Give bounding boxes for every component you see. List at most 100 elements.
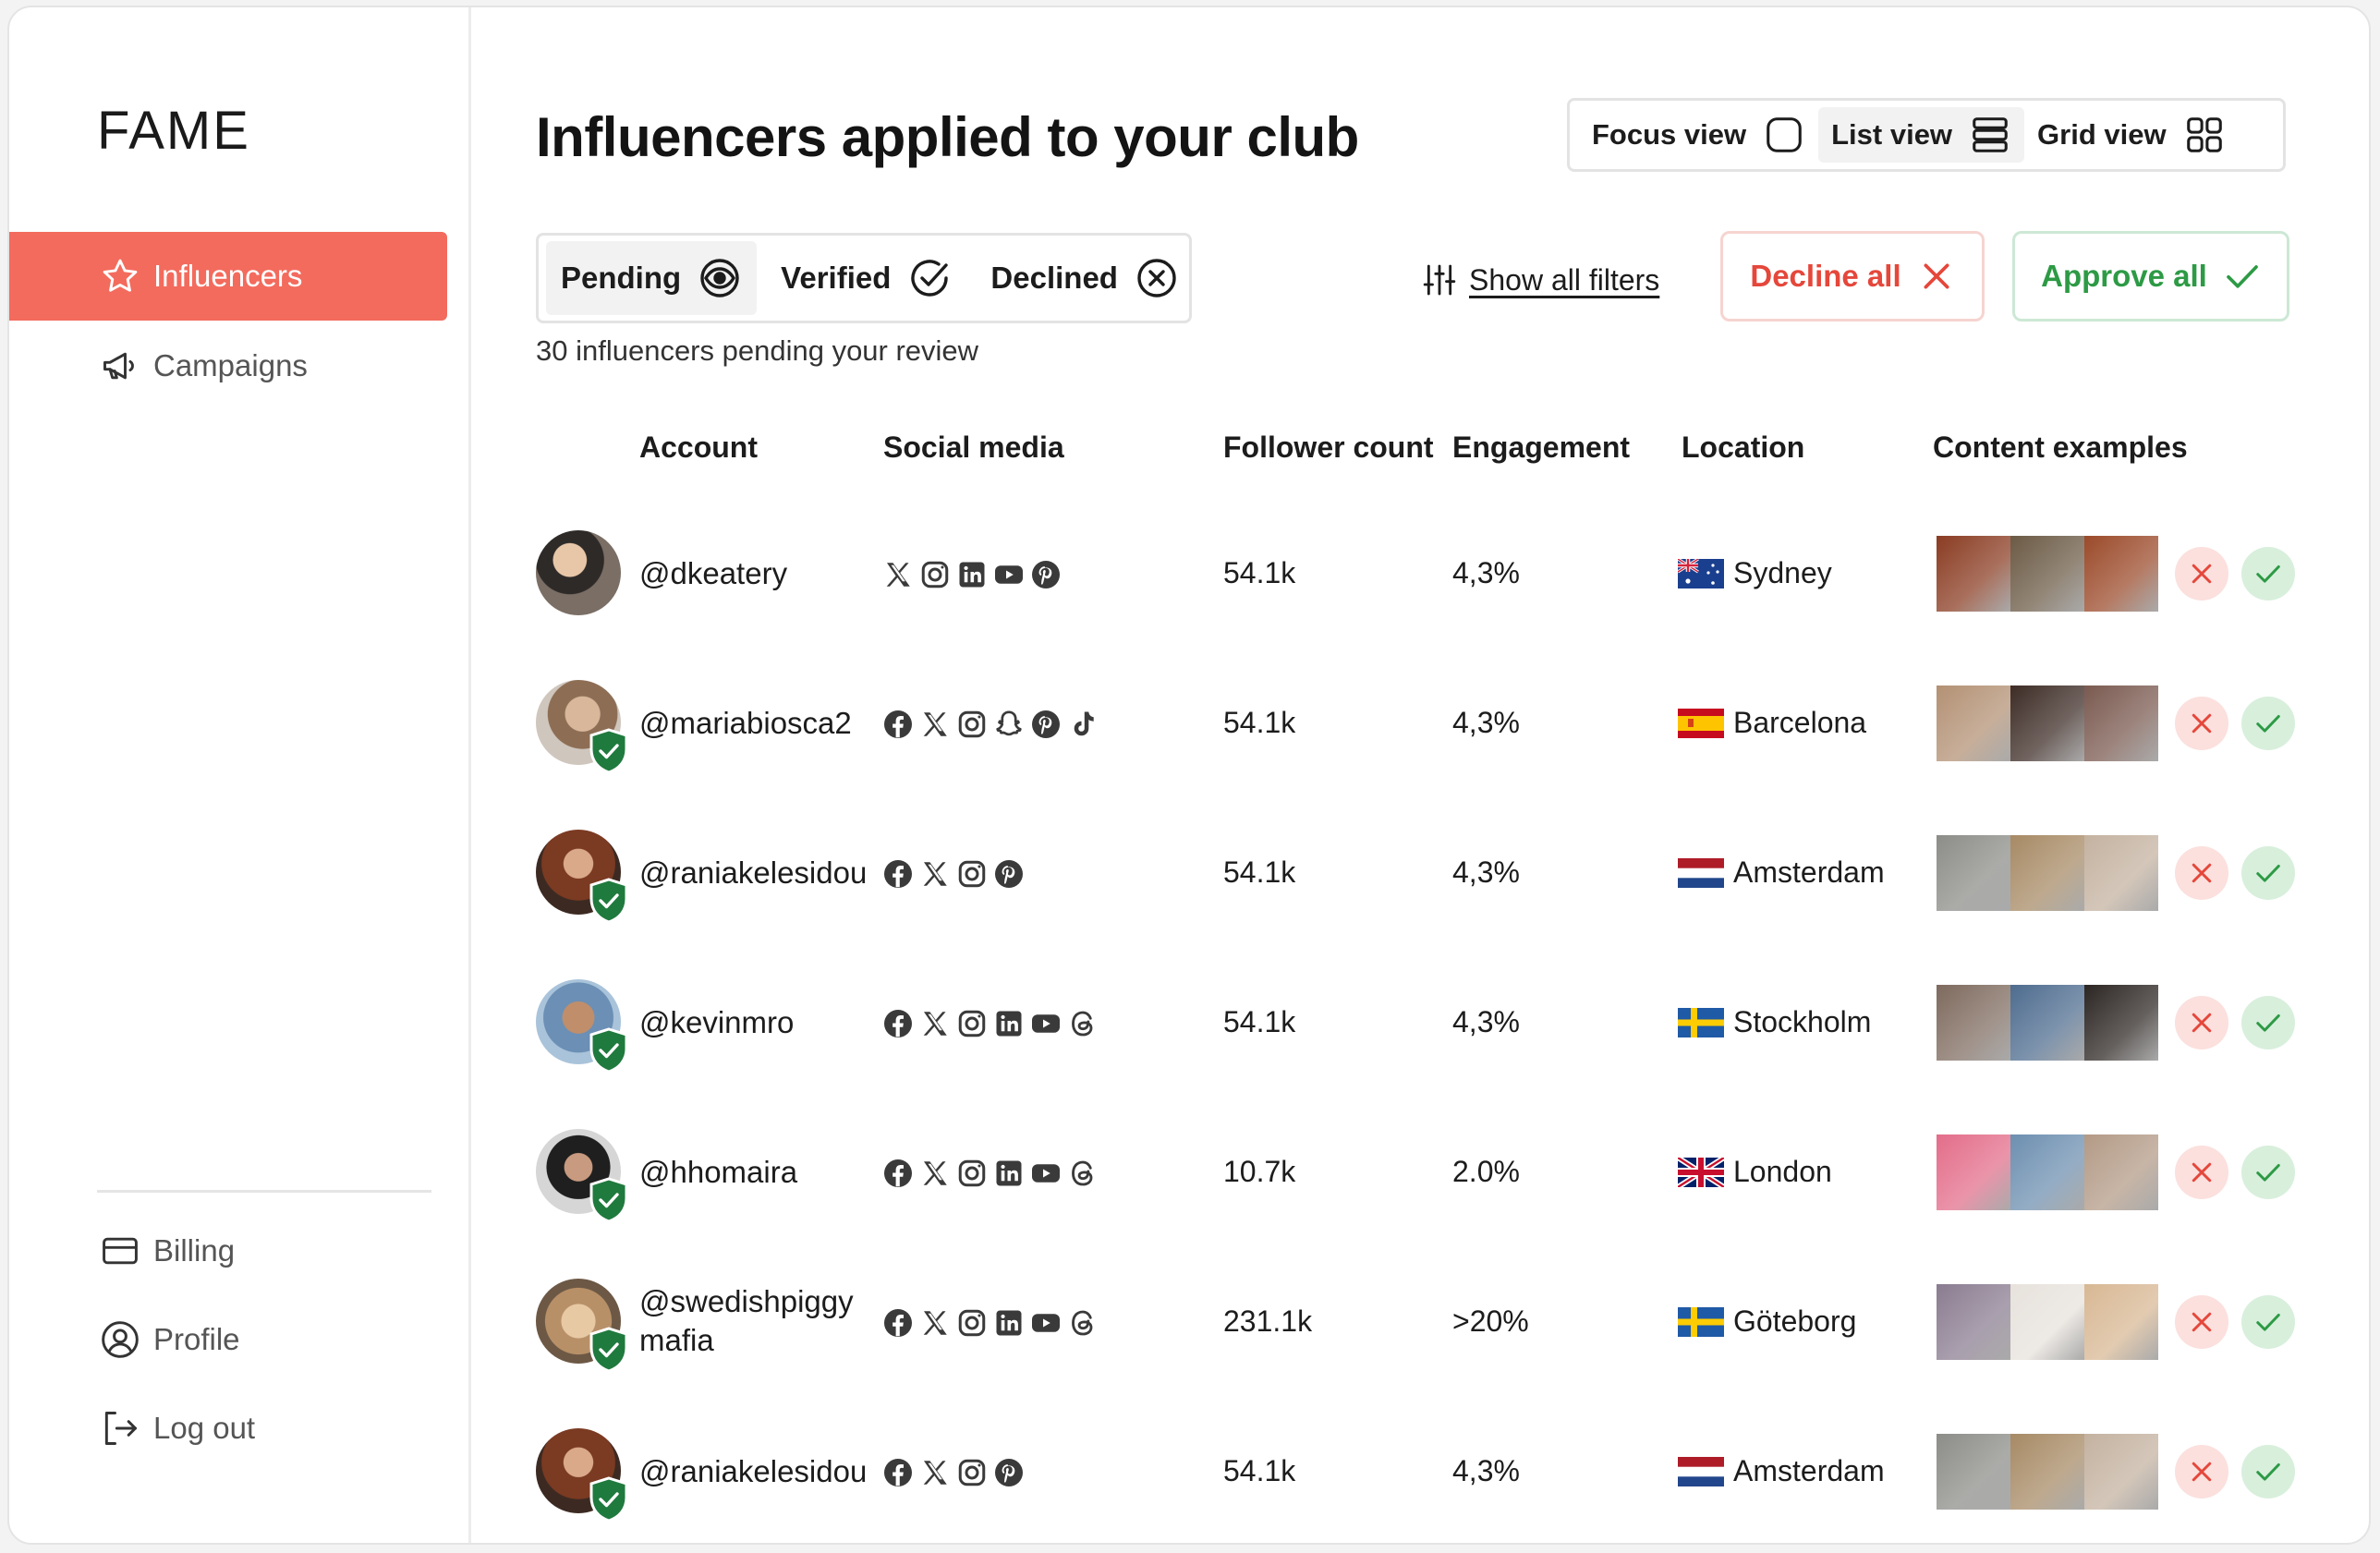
grid-view-button[interactable]: Grid view <box>2024 107 2239 163</box>
follower-count: 54.1k <box>1223 706 1296 739</box>
sidebar-item-billing[interactable]: Billing <box>9 1207 447 1295</box>
content-example-thumbnail[interactable] <box>1937 985 2010 1061</box>
account-handle[interactable]: @hhomaira <box>639 1153 917 1192</box>
content-example-thumbnail[interactable] <box>2084 835 2158 911</box>
content-example-thumbnail[interactable] <box>1937 1134 2010 1210</box>
pinterest-icon[interactable] <box>1029 558 1066 591</box>
x-icon[interactable] <box>918 1007 955 1040</box>
show-filters-link[interactable]: Show all filters <box>1421 261 1659 298</box>
content-example-thumbnail[interactable] <box>1937 835 2010 911</box>
sidebar-item-campaigns[interactable]: Campaigns <box>9 322 447 410</box>
instagram-icon[interactable] <box>918 558 955 591</box>
instagram-icon[interactable] <box>955 1007 992 1040</box>
decline-button[interactable] <box>2175 697 2228 750</box>
content-example-thumbnail[interactable] <box>2010 835 2084 911</box>
content-example-thumbnail[interactable] <box>1937 1284 2010 1360</box>
content-example-thumbnail[interactable] <box>1937 1434 2010 1510</box>
focus-view-button[interactable]: Focus view <box>1579 107 1818 163</box>
decline-button[interactable] <box>2175 996 2228 1049</box>
threads-icon[interactable] <box>1066 1157 1103 1190</box>
decline-button[interactable] <box>2175 547 2228 601</box>
instagram-icon[interactable] <box>955 1306 992 1340</box>
content-example-thumbnail[interactable] <box>2084 1284 2158 1360</box>
sidebar-item-profile[interactable]: Profile <box>9 1295 447 1384</box>
linkedin-icon[interactable] <box>992 1157 1029 1190</box>
instagram-icon[interactable] <box>955 1456 992 1489</box>
content-example-thumbnail[interactable] <box>2084 686 2158 761</box>
x-icon[interactable] <box>918 1306 955 1340</box>
tab-verified[interactable]: Verified <box>766 241 966 315</box>
facebook-icon[interactable] <box>881 1157 918 1190</box>
content-example-thumbnail[interactable] <box>2084 985 2158 1061</box>
pinterest-icon[interactable] <box>992 857 1029 891</box>
decline-button[interactable] <box>2175 1146 2228 1199</box>
location: Amsterdam <box>1678 855 1885 890</box>
approve-button[interactable] <box>2241 846 2295 900</box>
facebook-icon[interactable] <box>881 1007 918 1040</box>
content-examples <box>1937 985 2158 1061</box>
engagement-rate: >20% <box>1452 1304 1529 1338</box>
youtube-icon[interactable] <box>1029 1007 1066 1040</box>
decline-all-button[interactable]: Decline all <box>1720 231 1985 322</box>
account-handle[interactable]: @raniakelesidou <box>639 1452 917 1491</box>
content-example-thumbnail[interactable] <box>2084 536 2158 612</box>
account-handle[interactable]: @dkeatery <box>639 554 917 593</box>
account-handle[interactable]: @raniakelesidou <box>639 854 917 892</box>
tiktok-icon[interactable] <box>1066 708 1103 741</box>
x-icon[interactable] <box>918 857 955 891</box>
content-example-thumbnail[interactable] <box>1937 686 2010 761</box>
x-icon[interactable] <box>918 1157 955 1190</box>
facebook-icon[interactable] <box>881 1456 918 1489</box>
youtube-icon[interactable] <box>1029 1306 1066 1340</box>
approve-button[interactable] <box>2241 547 2295 601</box>
instagram-icon[interactable] <box>955 1157 992 1190</box>
approve-all-button[interactable]: Approve all <box>2012 231 2289 322</box>
decline-button[interactable] <box>2175 846 2228 900</box>
approve-button[interactable] <box>2241 1146 2295 1199</box>
check-icon <box>2256 1463 2280 1481</box>
facebook-icon[interactable] <box>881 708 918 741</box>
instagram-icon[interactable] <box>955 857 992 891</box>
linkedin-icon[interactable] <box>992 1306 1029 1340</box>
content-example-thumbnail[interactable] <box>2084 1134 2158 1210</box>
content-example-thumbnail[interactable] <box>2010 1134 2084 1210</box>
content-example-thumbnail[interactable] <box>2010 985 2084 1061</box>
x-icon[interactable] <box>918 1456 955 1489</box>
pinterest-icon[interactable] <box>992 1456 1029 1489</box>
snapchat-icon[interactable] <box>992 708 1029 741</box>
list-view-button[interactable]: List view <box>1818 107 2025 163</box>
facebook-icon[interactable] <box>881 857 918 891</box>
facebook-icon[interactable] <box>881 1306 918 1340</box>
x-icon[interactable] <box>881 558 918 591</box>
pinterest-icon[interactable] <box>1029 708 1066 741</box>
approve-button[interactable] <box>2241 996 2295 1049</box>
table-row: @swedishpiggy mafia 231.1k >20% Göteborg <box>527 1268 2365 1378</box>
threads-icon[interactable] <box>1066 1306 1103 1340</box>
approve-button[interactable] <box>2241 1445 2295 1498</box>
youtube-icon[interactable] <box>992 558 1029 591</box>
tab-declined[interactable]: Declined <box>976 241 1194 315</box>
account-handle[interactable]: @kevinmro <box>639 1003 917 1042</box>
content-example-thumbnail[interactable] <box>2010 1284 2084 1360</box>
account-handle[interactable]: @mariabiosca2 <box>639 704 917 743</box>
youtube-icon[interactable] <box>1029 1157 1066 1190</box>
content-example-thumbnail[interactable] <box>2010 536 2084 612</box>
content-example-thumbnail[interactable] <box>2084 1434 2158 1510</box>
decline-button[interactable] <box>2175 1295 2228 1349</box>
sidebar-item-logout[interactable]: Log out <box>9 1384 447 1473</box>
decline-button[interactable] <box>2175 1445 2228 1498</box>
threads-icon[interactable] <box>1066 1007 1103 1040</box>
approve-button[interactable] <box>2241 697 2295 750</box>
avatar[interactable] <box>536 530 621 615</box>
instagram-icon[interactable] <box>955 708 992 741</box>
x-icon[interactable] <box>918 708 955 741</box>
content-example-thumbnail[interactable] <box>2010 1434 2084 1510</box>
tab-pending[interactable]: Pending <box>546 241 758 315</box>
content-example-thumbnail[interactable] <box>2010 686 2084 761</box>
account-handle[interactable]: @swedishpiggy mafia <box>639 1282 854 1360</box>
linkedin-icon[interactable] <box>992 1007 1029 1040</box>
content-example-thumbnail[interactable] <box>1937 536 2010 612</box>
linkedin-icon[interactable] <box>955 558 992 591</box>
sidebar-item-influencers[interactable]: Influencers <box>9 232 447 321</box>
approve-button[interactable] <box>2241 1295 2295 1349</box>
